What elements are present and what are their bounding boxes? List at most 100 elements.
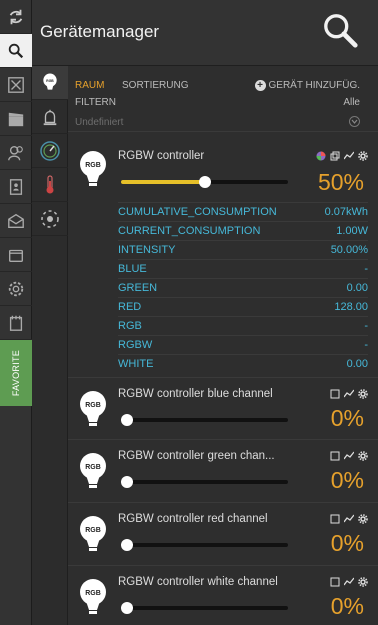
bulb-icon: RGB [43,73,57,90]
phonebook-icon[interactable] [0,170,32,204]
svg-text:RGB: RGB [85,402,101,409]
device-actions [330,577,368,587]
add-device-button[interactable]: + GERÄT HINZUFÜG. [254,80,360,91]
property-key: BLUE [118,263,147,275]
device-list-panel: RAUM SORTIERUNG + GERÄT HINZUFÜG. FILTER… [68,66,378,625]
copy-icon[interactable] [330,151,340,161]
gear-icon[interactable] [358,577,368,587]
gear-icon[interactable] [358,451,368,461]
device-card-green-channel[interactable]: RGB RGBW controller green chan... 0% [68,440,378,503]
notes-icon[interactable] [0,306,32,340]
chart-icon[interactable] [344,389,354,399]
property-value: - [364,320,368,332]
category-alarm[interactable] [32,100,68,134]
search-icon[interactable] [322,12,360,50]
property-row: GREEN 0.00 [118,278,368,297]
intensity-slider[interactable] [121,602,288,614]
tab-sortierung[interactable]: SORTIERUNG [122,80,189,91]
checkbox-icon[interactable] [330,577,340,587]
device-actions [316,151,368,161]
property-key: RED [118,301,142,313]
search-icon[interactable] [0,34,32,68]
svg-text:RGB: RGB [85,464,101,471]
thermometer-icon [46,174,54,193]
favorites-tab[interactable]: FAVORITE [0,340,32,406]
messages-icon[interactable] [0,204,32,238]
category-gauge[interactable] [32,134,68,168]
category-sensor[interactable] [32,202,68,236]
property-row: RGB - [118,316,368,335]
intensity-slider[interactable] [121,414,288,426]
scenes-icon[interactable] [0,102,32,136]
users-icon[interactable] [0,136,32,170]
slider-knob[interactable] [121,476,133,488]
property-value: 1.00W [336,225,368,237]
device-percent: 0% [330,593,364,619]
wallet-icon[interactable] [0,238,32,272]
property-key: INTENSITY [118,244,176,256]
device-name: RGBW controller white channel [118,576,278,588]
device-actions [330,389,368,399]
intensity-slider[interactable] [121,539,288,551]
sensor-icon [41,209,59,228]
property-row: WHITE 0.00 [118,354,368,373]
checkbox-icon[interactable] [330,389,340,399]
svg-text:RGB: RGB [85,590,101,597]
filter-alle[interactable]: Alle [343,97,360,108]
chart-icon[interactable] [344,577,354,587]
chart-icon[interactable] [344,151,354,161]
slider-fill [121,180,205,184]
checkbox-icon[interactable] [330,451,340,461]
bulb-icon: RGB [80,579,106,614]
device-card-rgbw-controller[interactable]: RGB RGBW controller 50% CUMULATIVE_CONSU… [68,132,378,378]
svg-text:RGB: RGB [85,162,101,169]
property-key: RGBW [118,339,153,351]
checkbox-icon[interactable] [330,514,340,524]
device-actions [330,514,368,524]
property-value: 0.00 [346,282,368,294]
room-select[interactable]: Undefiniert [75,117,123,128]
chevron-down-icon[interactable] [349,116,360,127]
slider-knob[interactable] [121,539,133,551]
main-nav-rail: FAVORITE [0,0,32,625]
property-value: 0.00 [346,358,368,370]
property-row: RED 128.00 [118,297,368,316]
filter-label: FILTERN [75,97,116,108]
chart-icon[interactable] [344,451,354,461]
property-key: CUMULATIVE_CONSUMPTION [118,206,277,218]
gauge-icon [40,140,60,161]
tab-raum[interactable]: RAUM [75,80,104,91]
device-card-white-channel[interactable]: RGB RGBW controller white channel 0% [68,566,378,625]
slider-knob[interactable] [121,602,133,614]
property-value: - [364,263,368,275]
device-card-red-channel[interactable]: RGB RGBW controller red channel 0% [68,503,378,566]
category-rail: RGB [32,66,68,625]
device-name: RGBW controller red channel [118,513,268,525]
category-temperature[interactable] [32,168,68,202]
device-name: RGBW controller green chan... [118,450,275,462]
device-percent: 0% [330,467,364,493]
intensity-slider[interactable] [121,176,288,188]
color-wheel-icon[interactable] [316,151,326,161]
property-key: GREEN [118,282,158,294]
property-row: BLUE - [118,259,368,278]
property-key: RGB [118,320,142,332]
gear-icon[interactable] [358,389,368,399]
gear-icon[interactable] [358,514,368,524]
bulb-icon: RGB [80,516,106,551]
category-lights[interactable]: RGB [32,66,68,100]
chart-icon[interactable] [344,514,354,524]
plus-icon: + [254,80,266,91]
slider-knob[interactable] [121,414,133,426]
tools-icon[interactable] [0,68,32,102]
property-value: 50.00% [330,244,368,256]
header: Gerätemanager [32,0,378,66]
add-device-label: GERÄT HINZUFÜG. [268,80,360,91]
gear-icon[interactable] [358,151,368,161]
intensity-slider[interactable] [121,476,288,488]
property-row: INTENSITY 50.00% [118,240,368,259]
refresh-icon[interactable] [0,0,32,34]
settings-icon[interactable] [0,272,32,306]
device-card-blue-channel[interactable]: RGB RGBW controller blue channel 0% [68,378,378,440]
slider-knob[interactable] [198,176,211,188]
